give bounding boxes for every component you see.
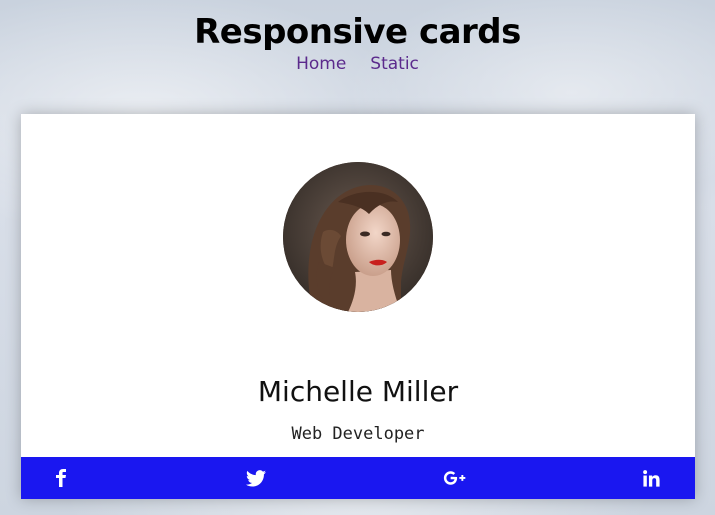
facebook-icon[interactable] — [49, 457, 73, 499]
profile-role: Web Developer — [291, 424, 425, 444]
twitter-icon[interactable] — [243, 457, 269, 499]
avatar — [283, 162, 433, 312]
page-header: Responsive cards Home Static — [0, 12, 715, 75]
nav-link-home[interactable]: Home — [296, 53, 346, 75]
profile-card: Michelle Miller Web Developer — [21, 114, 695, 499]
linkedin-icon[interactable] — [639, 457, 663, 499]
avatar-image — [283, 162, 433, 312]
main-nav: Home Static — [0, 53, 715, 75]
nav-link-static[interactable]: Static — [370, 53, 419, 75]
google-plus-icon[interactable] — [440, 457, 470, 499]
page-title: Responsive cards — [194, 12, 521, 52]
social-bar — [21, 457, 695, 499]
profile-name: Michelle Miller — [257, 375, 459, 408]
